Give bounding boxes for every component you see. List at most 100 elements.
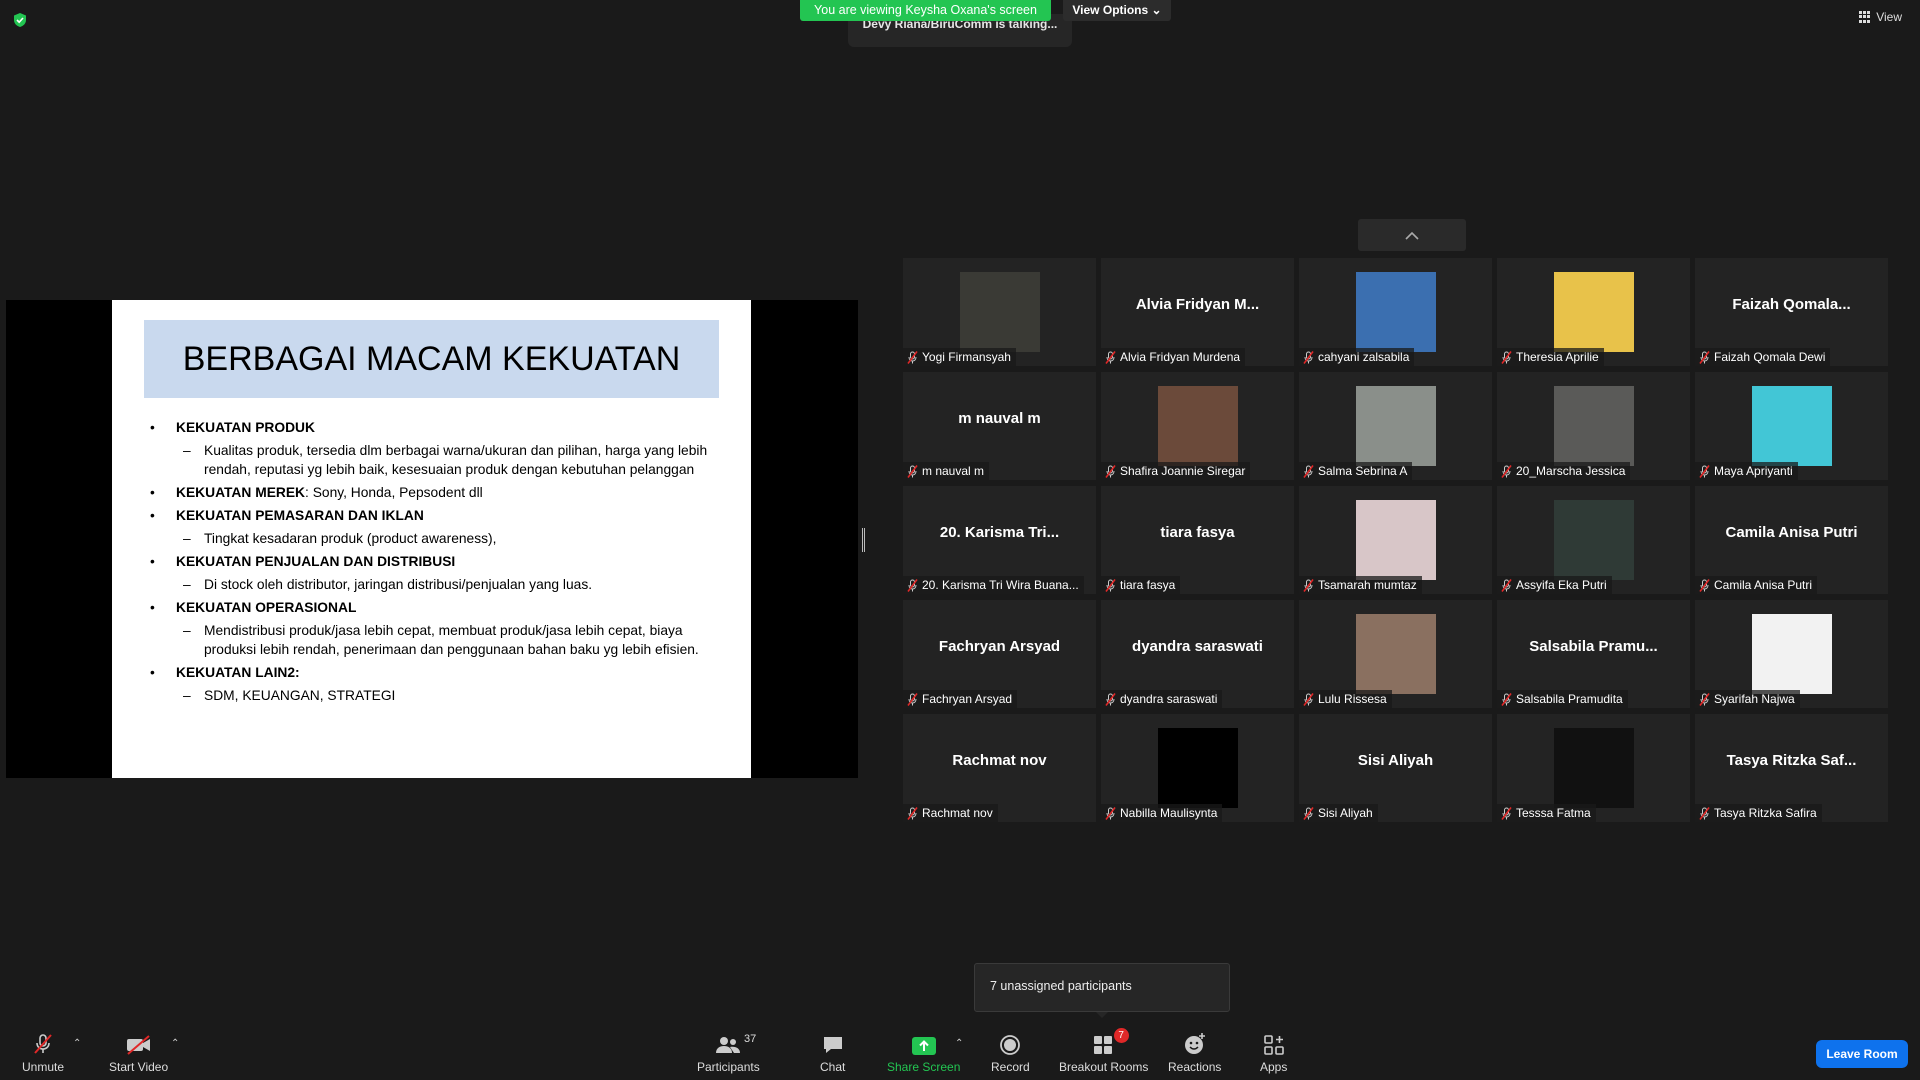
participants-label: Participants xyxy=(697,1060,760,1074)
participant-name-label: Shafira Joannie Siregar xyxy=(1101,462,1251,480)
mic-muted-icon xyxy=(1501,350,1512,364)
participant-name-label: Syarifah Najwa xyxy=(1695,690,1800,708)
breakout-rooms-icon xyxy=(1093,1036,1112,1054)
participant-tile[interactable]: Assyifa Eka Putri xyxy=(1497,486,1690,594)
mic-muted-icon xyxy=(1699,578,1710,592)
reactions-label: Reactions xyxy=(1168,1060,1222,1074)
participant-tile[interactable]: Theresia Aprilie xyxy=(1497,258,1690,366)
participant-display-name: 20. Karisma Tri... xyxy=(939,524,1060,541)
start-video-button[interactable]: Start Video xyxy=(109,1032,168,1074)
mic-muted-icon xyxy=(1501,464,1512,478)
slide-bullet: KEKUATAN MEREK: Sony, Honda, Pepsodent d… xyxy=(150,483,725,502)
participant-name-label: Lulu Rissesa xyxy=(1299,690,1392,708)
mic-muted-icon xyxy=(907,578,918,592)
participant-tile[interactable]: Faizah Qomala... Faizah Qomala Dewi xyxy=(1695,258,1888,366)
participant-display-name: Salsabila Pramu... xyxy=(1529,638,1658,655)
participant-tile[interactable]: 20. Karisma Tri... 20. Karisma Tri Wira B… xyxy=(903,486,1096,594)
participant-name-label: Salsabila Pramudita xyxy=(1497,690,1628,708)
participant-photo xyxy=(1752,614,1832,694)
view-button[interactable]: View xyxy=(1859,10,1902,24)
participant-tile[interactable]: Tesssa Fatma xyxy=(1497,714,1690,822)
participant-tile[interactable]: cahyani zalsabila xyxy=(1299,258,1492,366)
slide-bullet: KEKUATAN PENJUALAN DAN DISTRIBUSI xyxy=(150,552,725,571)
participant-tile[interactable]: Camila Anisa Putri Camila Anisa Putri xyxy=(1695,486,1888,594)
participant-name-label: tiara fasya xyxy=(1101,576,1181,594)
record-button[interactable]: Record xyxy=(991,1032,1030,1074)
participant-tile[interactable]: Salma Sebrina A xyxy=(1299,372,1492,480)
participant-name: m nauval m xyxy=(922,464,985,478)
participant-tile[interactable]: Yogi Firmansyah xyxy=(903,258,1096,366)
participant-name-label: Fachryan Arsyad xyxy=(903,690,1018,708)
reactions-icon xyxy=(1184,1033,1205,1054)
participant-tile[interactable]: Tasya Ritzka Saf... Tasya Ritzka Safira xyxy=(1695,714,1888,822)
mic-muted-icon xyxy=(1105,806,1116,820)
audio-options-caret-icon[interactable]: ⌃ xyxy=(73,1038,81,1049)
apps-icon xyxy=(1263,1035,1284,1055)
participant-photo xyxy=(960,272,1040,352)
breakout-rooms-badge: 7 xyxy=(1113,1028,1129,1043)
breakout-rooms-button[interactable]: 7 Breakout Rooms xyxy=(1059,1028,1148,1074)
mic-muted-icon xyxy=(1303,464,1314,478)
participant-name-label: Faizah Qomala Dewi xyxy=(1695,348,1831,366)
participant-name: Yogi Firmansyah xyxy=(922,350,1011,364)
share-screen-label: Share Screen xyxy=(887,1060,961,1074)
mic-muted-icon xyxy=(1303,806,1314,820)
apps-button[interactable]: Apps xyxy=(1260,1032,1287,1074)
participant-tile[interactable]: Nabilla Maulisynta xyxy=(1101,714,1294,822)
participant-gallery: Yogi Firmansyah Alvia Fridyan M... Alvia F… xyxy=(903,258,1908,822)
mic-muted-icon xyxy=(1105,578,1116,592)
view-options-label: View Options xyxy=(1072,3,1149,17)
participant-name: Faizah Qomala Dewi xyxy=(1714,350,1826,364)
chat-icon xyxy=(823,1037,842,1053)
participant-tile[interactable]: dyandra saraswati dyandra saraswati xyxy=(1101,600,1294,708)
unmute-button[interactable]: Unmute xyxy=(22,1032,64,1074)
leave-room-button[interactable]: Leave Room xyxy=(1816,1040,1908,1068)
participant-name: 20_Marscha Jessica xyxy=(1516,464,1626,478)
participant-name: dyandra saraswati xyxy=(1120,692,1218,706)
participant-tile[interactable]: Sisi Aliyah Sisi Aliyah xyxy=(1299,714,1492,822)
participant-tile[interactable]: Alvia Fridyan M... Alvia Fridyan Murdena xyxy=(1101,258,1294,366)
security-shield-icon[interactable] xyxy=(12,12,28,28)
share-options-caret-icon[interactable]: ⌃ xyxy=(955,1038,963,1049)
start-video-label: Start Video xyxy=(109,1060,169,1074)
participant-tile[interactable]: Lulu Rissesa xyxy=(1299,600,1492,708)
participant-tile[interactable]: Shafira Joannie Siregar xyxy=(1101,372,1294,480)
participant-tile[interactable]: Syarifah Najwa xyxy=(1695,600,1888,708)
view-options-button[interactable]: View Options ⌄ xyxy=(1063,0,1171,21)
chevron-down-icon: ⌄ xyxy=(1151,3,1162,17)
share-screen-button[interactable]: Share Screen xyxy=(887,1032,960,1074)
participant-tile[interactable]: Rachmat nov Rachmat nov xyxy=(903,714,1096,822)
chat-button[interactable]: Chat xyxy=(820,1032,845,1074)
participant-display-name: tiara fasya xyxy=(1160,524,1235,541)
splitter-handle[interactable] xyxy=(862,528,865,552)
shared-screen[interactable]: BERBAGAI MACAM KEKUATAN KEKUATAN PRODUKK… xyxy=(6,300,858,778)
mic-muted-icon xyxy=(1303,692,1314,706)
video-off-icon xyxy=(126,1035,150,1055)
participant-name-label: Sisi Aliyah xyxy=(1299,804,1378,822)
participant-tile[interactable]: Fachryan Arsyad Fachryan Arsyad xyxy=(903,600,1096,708)
chat-label: Chat xyxy=(820,1060,846,1074)
mic-muted-icon xyxy=(1501,806,1512,820)
participant-tile[interactable]: Maya Apriyanti xyxy=(1695,372,1888,480)
participant-name: Tsamarah mumtaz xyxy=(1318,578,1417,592)
mic-muted-icon xyxy=(1501,578,1512,592)
mic-muted-icon xyxy=(1105,692,1116,706)
participant-tile[interactable]: 20_Marscha Jessica xyxy=(1497,372,1690,480)
participant-name: tiara fasya xyxy=(1120,578,1176,592)
mic-muted-icon xyxy=(907,464,918,478)
participant-tile[interactable]: Salsabila Pramu... Salsabila Pramudita xyxy=(1497,600,1690,708)
participant-display-name: Sisi Aliyah xyxy=(1357,752,1434,769)
participant-tile[interactable]: m nauval m m nauval m xyxy=(903,372,1096,480)
participant-photo xyxy=(1158,728,1238,808)
participant-name: Tesssa Fatma xyxy=(1516,806,1591,820)
slide-bullet-heading: KEKUATAN PEMASARAN DAN IKLAN xyxy=(176,508,424,523)
participant-name: Maya Apriyanti xyxy=(1714,464,1793,478)
reactions-button[interactable]: Reactions xyxy=(1168,1032,1221,1074)
participant-name-label: Rachmat nov xyxy=(903,804,998,822)
video-options-caret-icon[interactable]: ⌃ xyxy=(171,1038,179,1049)
gallery-scroll-up-button[interactable] xyxy=(1358,219,1466,251)
participant-name: Theresia Aprilie xyxy=(1516,350,1599,364)
participant-tile[interactable]: tiara fasya tiara fasya xyxy=(1101,486,1294,594)
participant-tile[interactable]: Tsamarah mumtaz xyxy=(1299,486,1492,594)
mic-muted-icon xyxy=(1303,578,1314,592)
